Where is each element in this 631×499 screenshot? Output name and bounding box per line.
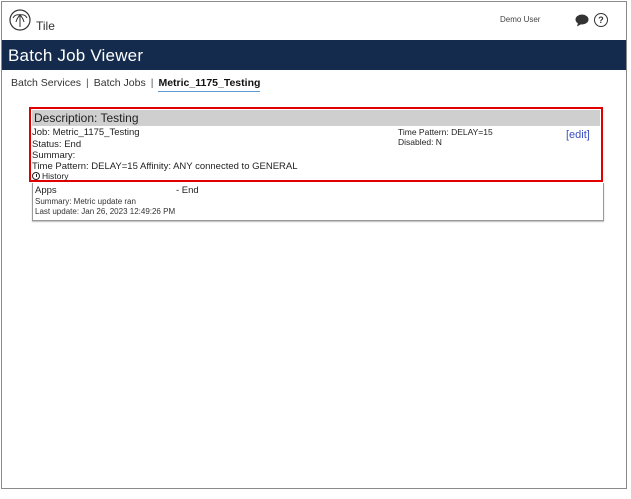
job-name: Job: Metric_1175_Testing bbox=[32, 127, 140, 138]
job-status: Status: End bbox=[32, 139, 82, 150]
app-name: Tile bbox=[36, 19, 55, 33]
breadcrumb-separator: | bbox=[150, 77, 154, 89]
app-entry-last-update: Last update: Jan 26, 2023 12:49:26 PM bbox=[35, 207, 176, 216]
breadcrumb-batch-jobs[interactable]: Batch Jobs bbox=[94, 77, 146, 89]
app-window: Tile Demo User ? Batch Job Viewer Batch … bbox=[1, 1, 627, 489]
job-time-affinity: Time Pattern: DELAY=15 Affinity: ANY con… bbox=[32, 161, 298, 172]
app-entry-summary: Summary: Metric update ran bbox=[35, 197, 136, 206]
clock-icon bbox=[32, 172, 40, 180]
history-link[interactable]: History bbox=[32, 171, 68, 181]
job-card-header: Description: Testing bbox=[32, 110, 600, 126]
chat-icon[interactable] bbox=[575, 14, 589, 27]
edit-link[interactable]: [edit] bbox=[566, 129, 590, 141]
breadcrumb: Batch Services | Batch Jobs | Metric_1175_Te… bbox=[11, 77, 261, 92]
breadcrumb-current: Metric_1175_Testing bbox=[158, 77, 261, 92]
breadcrumb-batch-services[interactable]: Batch Services bbox=[11, 77, 81, 89]
user-name[interactable]: Demo User bbox=[500, 15, 540, 24]
job-disabled: Disabled: N bbox=[398, 137, 442, 147]
breadcrumb-separator: | bbox=[86, 77, 89, 89]
job-description: Description: Testing bbox=[34, 111, 139, 125]
palm-logo-icon bbox=[9, 9, 31, 31]
job-time-pattern: Time Pattern: DELAY=15 bbox=[398, 127, 493, 137]
help-icon[interactable]: ? bbox=[594, 13, 608, 27]
page-title: Batch Job Viewer bbox=[8, 46, 144, 65]
page-header: Batch Job Viewer bbox=[2, 40, 626, 70]
app-entry-name: Apps bbox=[35, 185, 57, 196]
history-label: History bbox=[42, 171, 69, 181]
job-details-card: Description: Testing Job: Metric_1175_Te… bbox=[29, 107, 603, 182]
apps-card: Apps - End Summary: Metric update ran La… bbox=[32, 183, 604, 221]
top-bar: Tile Demo User ? bbox=[2, 2, 626, 40]
job-summary: Summary: bbox=[32, 150, 76, 161]
app-entry-status: - End bbox=[176, 185, 199, 196]
